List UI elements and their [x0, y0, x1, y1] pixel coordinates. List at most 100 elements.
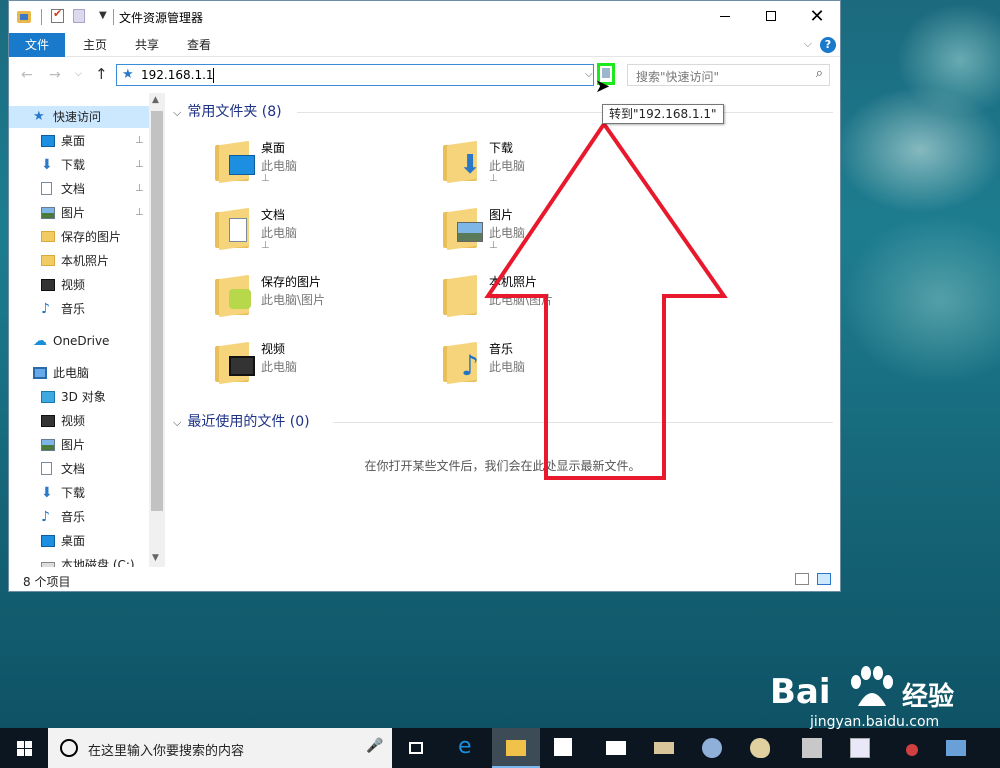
sidebar-item[interactable]: 桌面	[9, 530, 149, 552]
sidebar-item-label: 图片	[61, 206, 86, 220]
task-view-button[interactable]	[392, 728, 440, 768]
expand-ribbon-icon[interactable]: ⌵	[804, 37, 812, 51]
search-icon: ⌕	[815, 66, 823, 81]
document-icon	[41, 462, 52, 475]
pictures-icon	[41, 439, 55, 451]
sidebar-item-label: 快速访问	[53, 110, 102, 124]
windows-logo-icon	[17, 749, 24, 756]
search-box[interactable]: 搜索"快速访问" ⌕	[627, 64, 830, 86]
sidebar-item[interactable]: ♪ 音乐	[9, 506, 149, 528]
windows-logo-icon	[17, 741, 24, 748]
sidebar-item[interactable]: 图片 ⊥	[9, 202, 149, 224]
back-button[interactable]: ←	[21, 67, 33, 83]
sidebar-item[interactable]: ★ 快速访问	[9, 106, 149, 128]
star-icon: ★	[33, 109, 45, 124]
sidebar-item[interactable]: 保存的图片	[9, 226, 149, 248]
folder-tile[interactable]: 保存的图片 此电脑\图片	[215, 271, 435, 331]
store-button[interactable]	[540, 728, 588, 768]
scrollbar-thumb[interactable]	[151, 111, 163, 511]
3d-objects-icon	[41, 391, 55, 403]
maximize-button[interactable]	[748, 1, 794, 31]
address-bar[interactable]: ★ 192.168.1.1	[116, 64, 594, 86]
sidebar-item[interactable]: 此电脑	[9, 362, 149, 384]
edge-icon: e	[458, 734, 472, 759]
sidebar-item[interactable]: 桌面 ⊥	[9, 130, 149, 152]
watermark-url: jingyan.baidu.com	[810, 714, 940, 730]
ribbon: 文件 主页 共享 查看 ⌵ ?	[9, 33, 840, 57]
scroll-down-icon[interactable]: ▼	[152, 553, 159, 563]
folder-tile[interactable]: 视频 此电脑	[215, 338, 435, 398]
recent-locations-icon[interactable]: ⌵	[75, 69, 82, 79]
red-arrow-annotation	[484, 120, 728, 480]
sidebar-item[interactable]: ♪ 音乐	[9, 298, 149, 320]
sidebar-item-label: 文档	[61, 462, 86, 476]
microphone-icon[interactable]: 🎤	[366, 738, 383, 754]
group-frequent-folders[interactable]: ⌵ 常用文件夹 (8)	[173, 101, 282, 123]
start-button[interactable]	[0, 728, 48, 768]
up-button[interactable]: ↑	[95, 65, 108, 83]
tab-file[interactable]: 文件	[9, 33, 65, 57]
navigation-pane-scrollbar[interactable]: ▲ ▼	[149, 93, 165, 567]
minimize-button[interactable]	[702, 1, 748, 31]
windows-logo-icon	[25, 741, 32, 748]
paint-button[interactable]	[736, 728, 784, 768]
sidebar-item-label: 下载	[61, 158, 86, 172]
search-input[interactable]: 搜索"快速访问"	[636, 68, 719, 85]
folder-icon	[443, 274, 481, 318]
taskbar-search-input[interactable]: 在这里输入你要搜索的内容	[88, 740, 244, 759]
app-button[interactable]	[688, 728, 736, 768]
new-folder-icon[interactable]	[73, 9, 85, 23]
pin-icon: ⊥	[261, 240, 270, 251]
details-view-icon[interactable]	[795, 573, 809, 585]
address-dropdown-icon[interactable]: ⌵	[585, 69, 593, 80]
address-input[interactable]: 192.168.1.1	[141, 68, 214, 82]
navigation-pane: ★ 快速访问桌面 ⊥ ⬇ 下载 ⊥ 文档 ⊥ 图片 ⊥ 保存的图片本机照片视频 ♪ 音乐 ☁ OneDriv…	[9, 93, 149, 567]
onedrive-icon: ☁	[33, 333, 47, 349]
sidebar-item[interactable]: ⬇ 下载	[9, 482, 149, 504]
sidebar-item-label: 桌面	[61, 534, 86, 548]
divider	[41, 9, 42, 25]
app-button[interactable]	[788, 728, 836, 768]
sidebar-item[interactable]: 视频	[9, 410, 149, 432]
close-button[interactable]: ✕	[794, 1, 840, 31]
sidebar-item-label: 音乐	[61, 510, 86, 524]
help-icon[interactable]: ?	[820, 37, 836, 53]
scroll-up-icon[interactable]: ▲	[152, 95, 159, 105]
file-explorer-button[interactable]	[492, 728, 540, 768]
tab-share[interactable]: 共享	[125, 33, 169, 57]
sidebar-item-label: 视频	[61, 278, 86, 292]
app-button[interactable]	[932, 728, 980, 768]
folder-tile[interactable]: 文档 此电脑 ⊥	[215, 204, 435, 264]
tab-home[interactable]: 主页	[73, 33, 117, 57]
sidebar-item[interactable]: 本地磁盘 (C:)	[9, 554, 149, 567]
sidebar-item[interactable]: 本机照片	[9, 250, 149, 272]
sidebar-item[interactable]: ☁ OneDrive	[9, 330, 149, 352]
group-recent-files[interactable]: ⌵ 最近使用的文件 (0)	[173, 411, 310, 433]
sidebar-item[interactable]: 文档 ⊥	[9, 178, 149, 200]
arrow-shape	[484, 120, 728, 480]
taskbar-search-box[interactable]: 在这里输入你要搜索的内容 🎤	[48, 728, 392, 768]
sidebar-item[interactable]: 3D 对象	[9, 386, 149, 408]
edge-button[interactable]: e	[444, 728, 492, 768]
customize-toolbar-icon[interactable]: ▼	[99, 10, 107, 26]
app-button[interactable]	[884, 728, 932, 768]
sidebar-item[interactable]: ⬇ 下载 ⊥	[9, 154, 149, 176]
app-button[interactable]	[836, 728, 884, 768]
app-button[interactable]	[640, 728, 688, 768]
sidebar-item-label: 保存的图片	[61, 230, 122, 244]
saved-pictures-icon	[229, 289, 251, 309]
app-icon	[802, 738, 822, 758]
mail-button[interactable]	[592, 728, 640, 768]
sidebar-item[interactable]: 文档	[9, 458, 149, 480]
app-icon	[654, 742, 674, 754]
sidebar-item[interactable]: 图片	[9, 434, 149, 456]
properties-icon[interactable]	[51, 7, 64, 23]
folder-tile[interactable]: 桌面 此电脑 ⊥	[215, 137, 435, 197]
forward-button[interactable]: →	[49, 67, 61, 83]
item-count: 8 个项目	[23, 575, 71, 589]
large-icons-view-icon[interactable]	[817, 573, 831, 585]
folder-location: 此电脑	[261, 226, 298, 240]
sidebar-item[interactable]: 视频	[9, 274, 149, 296]
tab-view[interactable]: 查看	[177, 33, 221, 57]
folder-name: 视频	[261, 342, 286, 356]
